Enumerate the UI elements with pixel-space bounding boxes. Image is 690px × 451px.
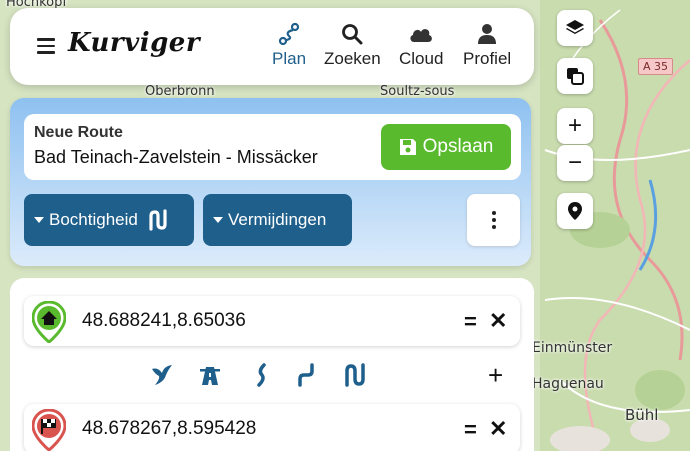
route-caption: Neue Route (34, 124, 123, 141)
waypoint-coord[interactable]: 48.678267,8.595428 (82, 418, 256, 440)
nav-plan[interactable]: Plan (272, 22, 306, 69)
route-panel: Neue Route Bad Teinach-Zavelstein - Miss… (10, 98, 531, 266)
search-icon (342, 24, 363, 45)
locate-button[interactable] (557, 193, 593, 229)
route-card: Neue Route Bad Teinach-Zavelstein - Miss… (24, 114, 521, 180)
road-shield: A 35 (638, 58, 674, 75)
layers-icon (566, 20, 584, 34)
highway-icon[interactable] (198, 363, 222, 392)
layers-button[interactable] (557, 10, 593, 46)
overlay-icon (567, 68, 584, 85)
remove-waypoint-icon[interactable]: ✕ (489, 308, 507, 334)
waypoint-start[interactable]: 48.688241,8.65036 = ✕ (24, 296, 520, 346)
remove-waypoint-icon[interactable]: ✕ (489, 416, 507, 442)
waypoint-finish[interactable]: 48.678267,8.595428 = ✕ (24, 404, 520, 451)
curviness-label: Bochtigheid (49, 210, 138, 229)
caret-down-icon (34, 217, 44, 223)
curviest-icon[interactable] (344, 363, 368, 392)
curvier-icon[interactable] (296, 363, 320, 392)
save-label: Opslaan (422, 136, 494, 157)
flag-icon (31, 408, 67, 451)
avoid-dropdown[interactable]: Vermijdingen (203, 194, 352, 246)
top-bar: Kurviger Plan Zoeken Cloud Profiel (10, 8, 534, 85)
save-icon (399, 139, 416, 155)
nav-cloud[interactable]: Cloud (399, 22, 443, 69)
map-label: Haguenau (532, 376, 604, 392)
zoom-in-button[interactable]: + (557, 108, 593, 144)
drag-handle-icon[interactable]: = (464, 417, 477, 443)
add-waypoint-button[interactable]: + (488, 360, 503, 391)
nav-label: Cloud (399, 49, 444, 68)
waypoints-panel: 48.688241,8.65036 = ✕ + 48.678267,8.5954… (10, 278, 534, 451)
curviness-dropdown[interactable]: Bochtigheid (24, 194, 194, 246)
map-label: Einmünster (532, 340, 613, 356)
drag-handle-icon[interactable]: = (464, 309, 477, 335)
nav-profile[interactable]: Profiel (463, 22, 511, 69)
overlay-button[interactable] (557, 58, 593, 94)
menu-icon (37, 38, 55, 41)
map-label: Soultz-sous (380, 84, 455, 99)
curviest-icon (149, 209, 167, 231)
avoid-label: Vermijdingen (228, 210, 327, 229)
map-label: Oberbronn (145, 84, 215, 99)
nav-search[interactable]: Zoeken (324, 22, 381, 69)
more-vertical-icon (491, 211, 496, 215)
save-button[interactable]: Opslaan (381, 124, 511, 170)
zoom-out-button[interactable]: − (557, 145, 593, 181)
user-icon (478, 24, 497, 44)
route-icon (278, 22, 300, 46)
cloud-icon (410, 29, 433, 42)
menu-button[interactable] (37, 38, 55, 54)
location-pin-icon (568, 202, 582, 220)
route-name[interactable]: Bad Teinach-Zavelstein - Missäcker (34, 147, 379, 168)
nav-label: Zoeken (324, 49, 381, 68)
bird-icon[interactable] (150, 363, 174, 392)
nav-label: Profiel (463, 49, 512, 68)
home-icon (31, 300, 67, 348)
app-logo[interactable]: Kurviger (68, 28, 200, 58)
more-options-button[interactable] (467, 194, 520, 246)
nav-label: Plan (272, 49, 307, 68)
caret-down-icon (213, 217, 223, 223)
waypoint-coord[interactable]: 48.688241,8.65036 (82, 310, 246, 332)
curvy-icon[interactable] (250, 363, 274, 392)
map-label: Bühl (625, 406, 659, 424)
